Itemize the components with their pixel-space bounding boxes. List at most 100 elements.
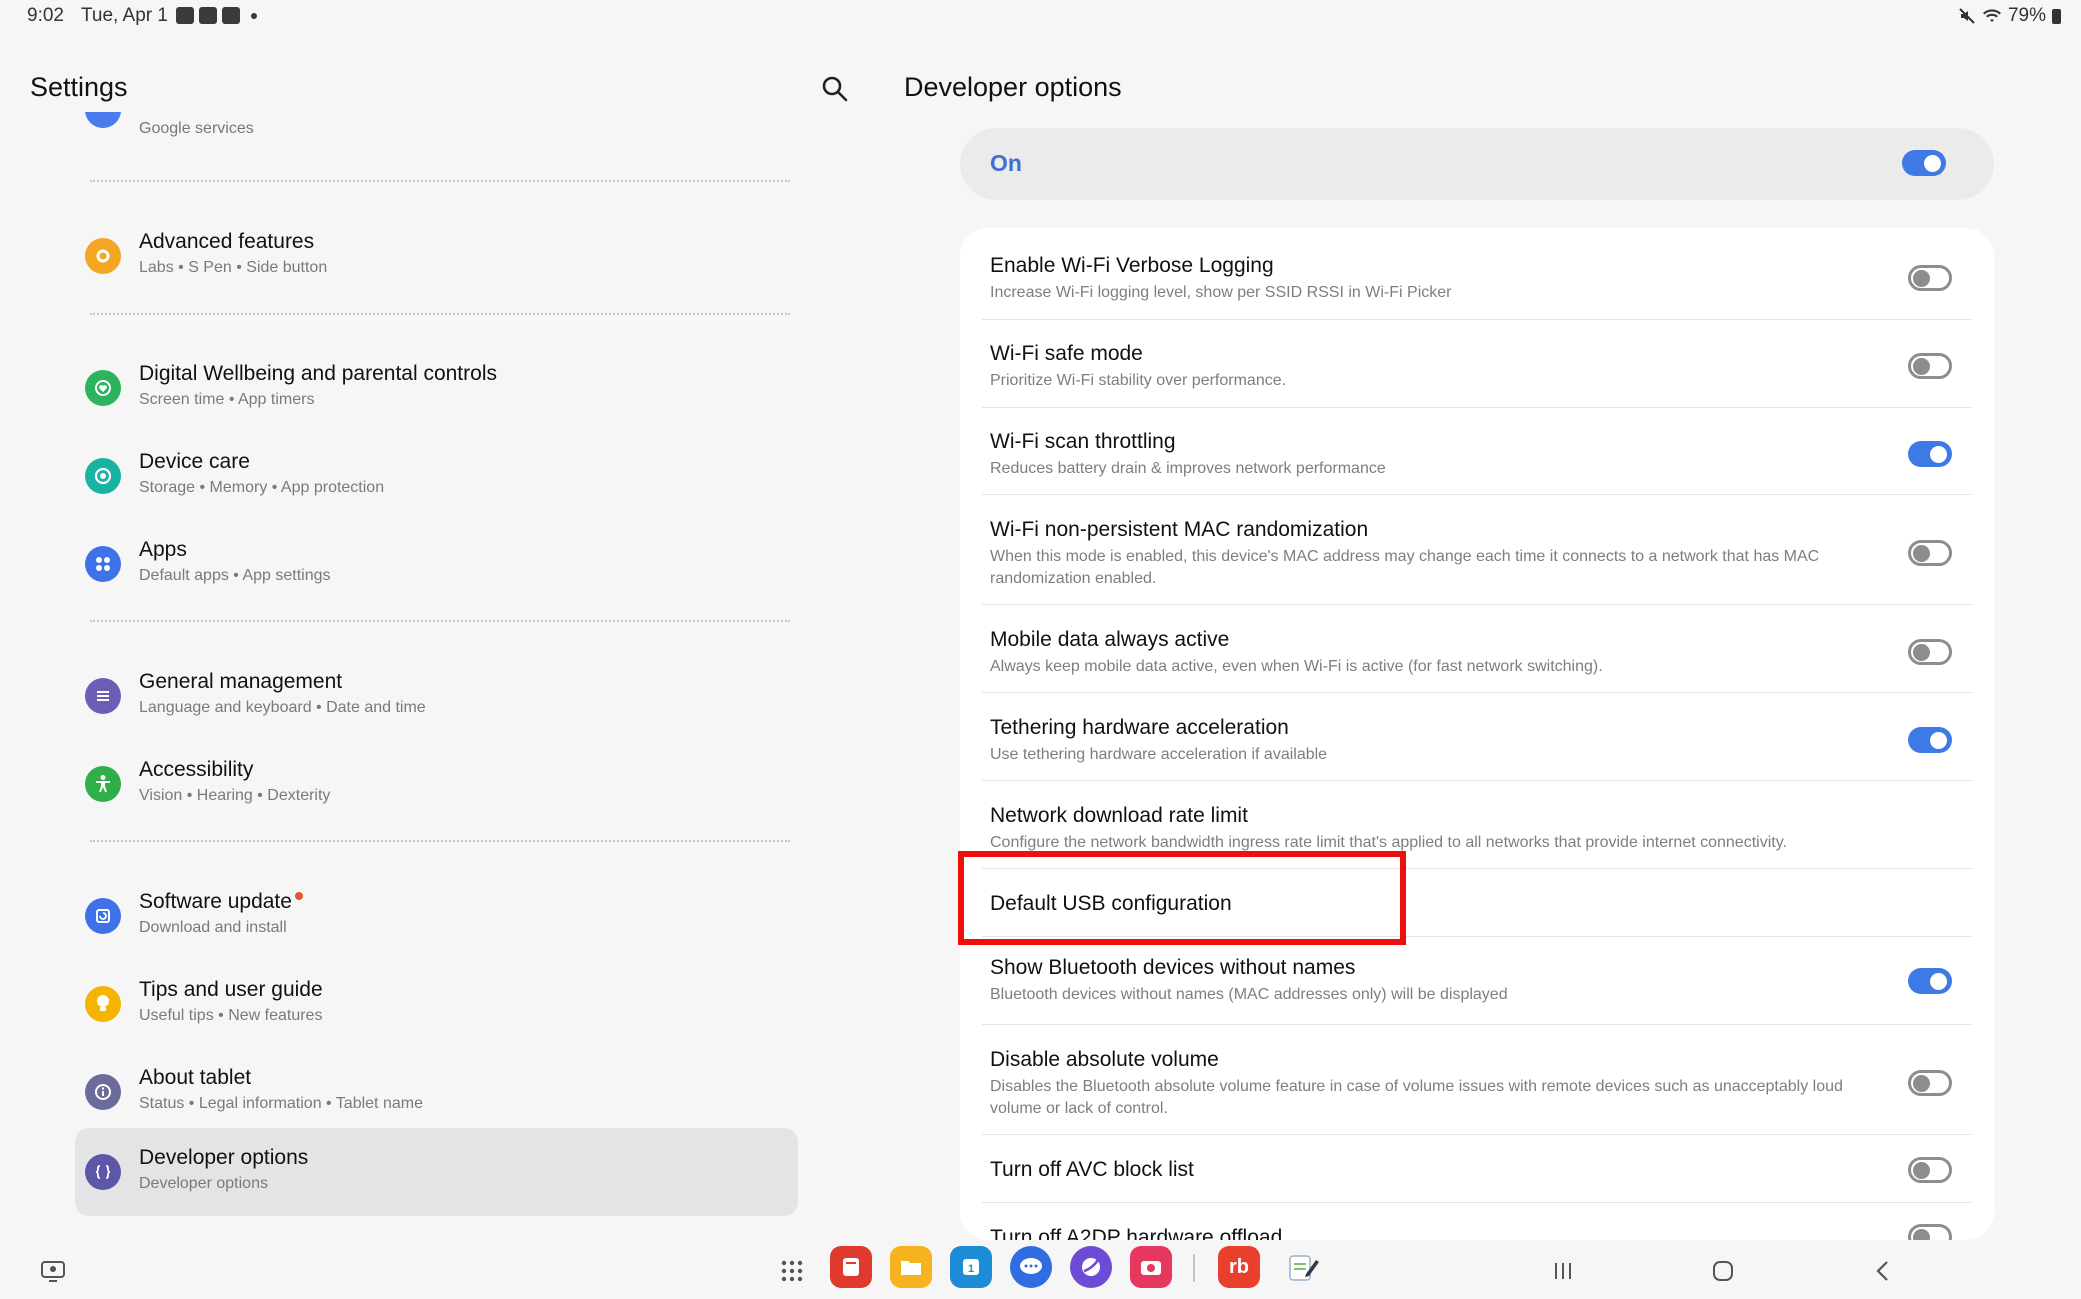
internet-app-icon[interactable] (1070, 1246, 1112, 1288)
lightbulb-icon (85, 986, 121, 1022)
option-title: Turn off AVC block list (990, 1158, 1194, 1181)
accessibility-icon (85, 766, 121, 802)
option-mobile-data-always-active[interactable]: Mobile data always active Always keep mo… (990, 606, 1970, 692)
avc-block-list-toggle[interactable] (1908, 1157, 1952, 1183)
option-title: Default USB configuration (990, 892, 1232, 915)
page-title: Developer options (904, 72, 1122, 102)
sidebar-item-apps[interactable]: Apps Default apps • App settings (75, 526, 798, 606)
back-button[interactable] (1866, 1254, 1900, 1288)
status-bar: 9:02 Tue, Apr 1 79% (0, 0, 2081, 34)
row-separator (982, 604, 1972, 605)
sidebar-item-advanced-features[interactable]: Advanced features Labs • S Pen • Side bu… (75, 218, 798, 298)
recent-apps-button[interactable] (1546, 1254, 1580, 1288)
settings-title: Settings (30, 72, 128, 102)
option-default-usb-configuration[interactable]: Default USB configuration (990, 870, 1970, 936)
wifi-safe-mode-toggle[interactable] (1908, 353, 1952, 379)
item-sub: Screen time • App timers (139, 391, 315, 408)
row-separator (982, 1202, 1972, 1203)
option-tethering-hw-acceleration[interactable]: Tethering hardware acceleration Use teth… (990, 694, 1970, 780)
apps-grid-icon (85, 546, 121, 582)
option-wifi-safe-mode[interactable]: Wi-Fi safe mode Prioritize Wi-Fi stabili… (990, 320, 1970, 406)
update-icon (85, 898, 121, 934)
heart-icon (85, 370, 121, 406)
sidebar-item-device-care[interactable]: Device care Storage • Memory • App prote… (75, 438, 798, 518)
item-sub: Language and keyboard • Date and time (139, 699, 426, 716)
gear-plus-icon (85, 238, 121, 274)
wifi-verbose-logging-toggle[interactable] (1908, 265, 1952, 291)
sidebar-item-accessibility[interactable]: Accessibility Vision • Hearing • Dexteri… (75, 746, 798, 826)
search-button[interactable] (820, 74, 850, 104)
option-title: Mobile data always active (990, 628, 1230, 651)
master-toggle[interactable] (1902, 150, 1946, 176)
apps-grid-icon (781, 1260, 803, 1282)
photo-notification-icon (199, 7, 217, 24)
option-wifi-verbose-logging[interactable]: Enable Wi-Fi Verbose Logging Increase Wi… (990, 232, 1970, 316)
row-separator (982, 868, 1972, 869)
option-title: Turn off A2DP hardware offload (990, 1226, 1283, 1240)
item-sub: Storage • Memory • App protection (139, 479, 385, 496)
row-separator (982, 494, 1972, 495)
master-switch-label: On (990, 150, 1022, 176)
mobile-data-always-active-toggle[interactable] (1908, 639, 1952, 665)
sliders-icon (85, 678, 121, 714)
more-notifications-dot (251, 12, 257, 19)
status-date: Tue, Apr 1 (81, 5, 168, 26)
option-mac-randomization[interactable]: Wi-Fi non-persistent MAC randomization W… (990, 496, 1970, 604)
mute-icon (1959, 8, 1975, 24)
screen-capture-button[interactable] (36, 1254, 70, 1288)
item-sub: Developer options (139, 1175, 268, 1192)
camera-app-icon[interactable] (1130, 1246, 1172, 1288)
sidebar-item-tips[interactable]: Tips and user guide Useful tips • New fe… (75, 966, 798, 1046)
option-disable-absolute-volume[interactable]: Disable absolute volume Disables the Blu… (990, 1026, 1970, 1134)
my-files-app-icon[interactable] (890, 1246, 932, 1288)
option-sub: Disables the Bluetooth absolute volume f… (990, 1078, 1843, 1117)
device-care-icon (85, 458, 121, 494)
wifi-scan-throttling-toggle[interactable] (1908, 441, 1952, 467)
google-item-partial[interactable]: Google services (75, 112, 805, 142)
home-button[interactable] (1706, 1254, 1740, 1288)
tethering-hw-acceleration-toggle[interactable] (1908, 727, 1952, 753)
item-sub: Vision • Hearing • Dexterity (139, 787, 331, 804)
bluetooth-without-names-toggle[interactable] (1908, 968, 1952, 994)
option-bluetooth-without-names[interactable]: Show Bluetooth devices without names Blu… (990, 940, 1970, 1026)
option-title: Enable Wi-Fi Verbose Logging (990, 254, 1274, 277)
check-notification-icon (222, 7, 240, 24)
developer-master-switch-row[interactable]: On (960, 128, 1994, 200)
pen-notes-app-icon[interactable] (1282, 1246, 1324, 1288)
sidebar-item-general-management[interactable]: General management Language and keyboard… (75, 658, 798, 738)
item-sub: Labs • S Pen • Side button (139, 259, 328, 276)
developer-options-list[interactable]: Enable Wi-Fi Verbose Logging Increase Wi… (960, 228, 1994, 1240)
notification-icons (176, 7, 257, 24)
status-time: 9:02 (27, 5, 64, 26)
notes-app-icon[interactable] (830, 1246, 872, 1288)
recent-app-rb-icon[interactable]: rb (1218, 1246, 1260, 1288)
sidebar-item-software-update[interactable]: Software update Download and install (75, 878, 798, 958)
divider (90, 620, 790, 622)
sidebar-item-digital-wellbeing[interactable]: Digital Wellbeing and parental controls … (75, 350, 798, 430)
option-sub: Use tethering hardware acceleration if a… (990, 746, 1328, 763)
mac-randomization-toggle[interactable] (1908, 540, 1952, 566)
option-turn-off-a2dp-offload[interactable]: Turn off A2DP hardware offload (990, 1204, 1970, 1240)
option-wifi-scan-throttling[interactable]: Wi-Fi scan throttling Reduces battery dr… (990, 408, 1970, 494)
calendar-app-icon[interactable]: 1 (950, 1246, 992, 1288)
item-sub: Download and install (139, 919, 287, 936)
option-title: Wi-Fi non-persistent MAC randomization (990, 518, 1369, 541)
settings-list[interactable]: Google services Advanced features Labs •… (75, 112, 805, 1232)
app-drawer-button[interactable] (775, 1254, 809, 1288)
a2dp-offload-toggle[interactable] (1908, 1224, 1952, 1240)
item-title: Digital Wellbeing and parental controls (139, 362, 497, 385)
item-title: Advanced features (139, 230, 315, 253)
row-separator (982, 780, 1972, 781)
disable-absolute-volume-toggle[interactable] (1908, 1070, 1952, 1096)
sidebar-item-about-tablet[interactable]: About tablet Status • Legal information … (75, 1054, 798, 1134)
option-turn-off-avc-block-list[interactable]: Turn off AVC block list (990, 1136, 1970, 1202)
option-sub: Reduces battery drain & improves network… (990, 460, 1386, 477)
option-network-download-rate-limit[interactable]: Network download rate limit Configure th… (990, 782, 1970, 868)
item-title: Software update (139, 890, 303, 914)
messages-app-icon[interactable] (1010, 1246, 1052, 1288)
taskbar: 1 rb (0, 1240, 2081, 1299)
sidebar-item-developer-options[interactable]: Developer options Developer options (75, 1128, 798, 1216)
item-title: Tips and user guide (139, 978, 323, 1001)
status-right: 79% (1958, 5, 2061, 27)
divider (90, 180, 790, 182)
